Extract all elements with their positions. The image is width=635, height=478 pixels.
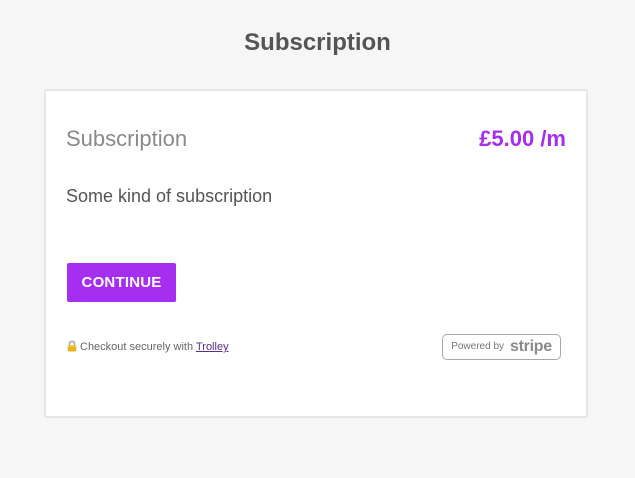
powered-by-label: Powered by xyxy=(451,341,505,352)
plan-name: Subscription xyxy=(66,126,188,151)
plan-description: Some kind of subscription xyxy=(66,186,273,206)
stripe-logo: stripe xyxy=(510,338,552,355)
page-title: Subscription xyxy=(244,29,391,56)
powered-by-stripe-badge[interactable]: Powered by stripe xyxy=(442,334,561,360)
continue-button[interactable]: CONTINUE xyxy=(67,263,176,302)
plan-price: £5.00 /m xyxy=(479,126,566,151)
trolley-link[interactable]: Trolley xyxy=(196,341,229,353)
secure-text: Checkout securely with xyxy=(80,341,194,353)
subscription-card: Subscription £5.00 /m Some kind of subsc… xyxy=(44,89,588,418)
secure-checkout-note: Checkout securely with Trolley xyxy=(66,340,229,354)
lock-icon xyxy=(66,340,78,352)
